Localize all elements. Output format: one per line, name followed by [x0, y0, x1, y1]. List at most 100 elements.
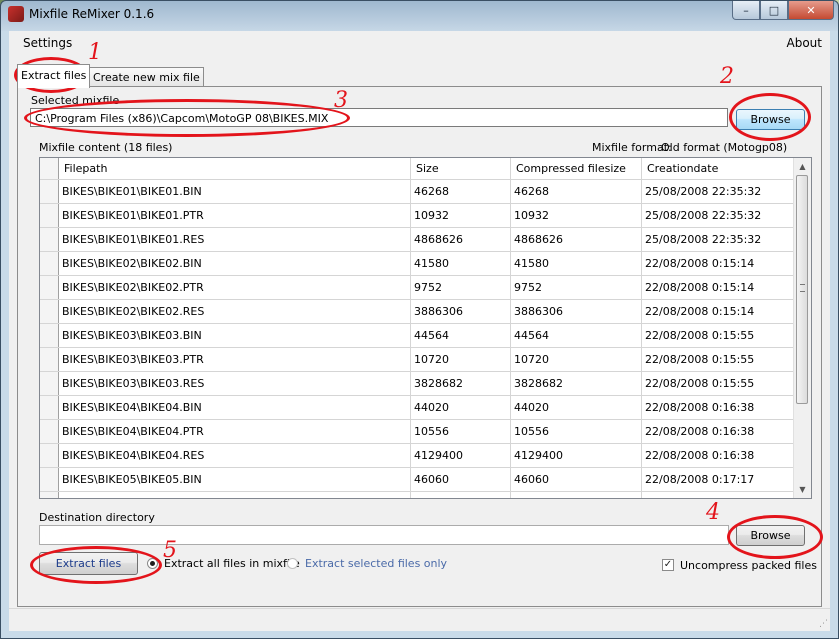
browse-mixfile-button[interactable]: Browse — [736, 109, 805, 130]
extract-selected-label[interactable]: Extract selected files only — [305, 557, 447, 570]
extract-selected-radio[interactable] — [287, 558, 298, 569]
extract-all-radio[interactable] — [147, 558, 158, 569]
cell-compressed[interactable]: 46060 — [510, 467, 642, 492]
tab-create-new-mix-file[interactable]: Create new mix file — [89, 67, 204, 87]
cell-compressed[interactable]: 44564 — [510, 323, 642, 348]
table-row[interactable]: BIKES\BIKE02\BIKE02.RES 3886306 3886306 22/… — [40, 299, 804, 324]
cell-filepath[interactable]: BIKES\BIKE04\BIKE04.PTR — [58, 419, 411, 444]
cell-compressed[interactable]: 10912 — [510, 491, 642, 498]
row-header[interactable] — [40, 491, 59, 498]
cell-size[interactable]: 3828682 — [410, 371, 511, 396]
scroll-down-arrow-icon[interactable]: ▼ — [794, 481, 811, 498]
row-header[interactable] — [40, 299, 59, 324]
cell-compressed[interactable]: 4129400 — [510, 443, 642, 468]
cell-size[interactable]: 4868626 — [410, 227, 511, 252]
cell-filepath[interactable]: BIKES\BIKE01\BIKE01.PTR — [58, 203, 411, 228]
table-row[interactable]: BIKES\BIKE04\BIKE04.BIN 44020 44020 22/08/2… — [40, 395, 804, 420]
extract-all-label[interactable]: Extract all files in mixfile — [164, 557, 300, 570]
cell-size[interactable]: 10932 — [410, 203, 511, 228]
cell-creationdate[interactable]: 22/08/2008 0:16:38 — [641, 443, 804, 468]
cell-filepath[interactable]: BIKES\BIKE04\BIKE04.BIN — [58, 395, 411, 420]
row-header[interactable] — [40, 419, 59, 444]
table-row[interactable]: BIKES\BIKE04\BIKE04.RES 4129400 4129400 22/… — [40, 443, 804, 468]
menu-about[interactable]: About — [787, 36, 822, 50]
cell-size[interactable]: 9752 — [410, 275, 511, 300]
row-header[interactable] — [40, 203, 59, 228]
cell-size[interactable]: 4129400 — [410, 443, 511, 468]
uncompress-checkbox[interactable]: ✓ — [662, 559, 674, 571]
cell-filepath[interactable]: BIKES\BIKE05\BIKE05.BIN — [58, 467, 411, 492]
resize-grip-icon[interactable]: ⋰ — [819, 619, 828, 629]
close-button[interactable]: ✕ — [788, 1, 834, 20]
row-header[interactable] — [40, 347, 59, 372]
table-row[interactable]: BIKES\BIKE05\BIKE05.BIN 46060 46060 22/08/2… — [40, 467, 804, 492]
cell-size[interactable]: 41580 — [410, 251, 511, 276]
mixfile-path-input[interactable]: C:\Program Files (x86)\Capcom\MotoGP 08\… — [30, 108, 728, 127]
cell-filepath[interactable]: BIKES\BIKE02\BIKE02.PTR — [58, 275, 411, 300]
row-header[interactable] — [40, 443, 59, 468]
column-header-creationdate[interactable]: Creationdate — [641, 158, 804, 180]
title-bar[interactable]: Mixfile ReMixer 0.1.6 – □ ✕ — [1, 1, 838, 29]
uncompress-label[interactable]: Uncompress packed files — [680, 559, 817, 572]
cell-filepath[interactable]: BIKES\BIKE01\BIKE01.BIN — [58, 179, 411, 204]
row-header[interactable] — [40, 275, 59, 300]
cell-creationdate[interactable]: 22/08/2008 0:15:55 — [641, 347, 804, 372]
cell-filepath[interactable]: BIKES\BIKE03\BIKE03.PTR — [58, 347, 411, 372]
scroll-up-arrow-icon[interactable]: ▲ — [794, 158, 811, 175]
table-row[interactable]: BIKES\BIKE01\BIKE01.BIN 46268 46268 25/08/2… — [40, 179, 804, 204]
column-header-filepath[interactable]: Filepath — [58, 158, 411, 180]
cell-filepath[interactable]: BIKES\BIKE02\BIKE02.BIN — [58, 251, 411, 276]
cell-creationdate[interactable]: 25/08/2008 22:35:32 — [641, 227, 804, 252]
cell-creationdate[interactable]: 22/08/2008 0:17:17 — [641, 491, 804, 498]
cell-compressed[interactable]: 10932 — [510, 203, 642, 228]
table-row[interactable]: BIKES\BIKE03\BIKE03.RES 3828682 3828682 22/… — [40, 371, 804, 396]
row-header[interactable] — [40, 227, 59, 252]
cell-creationdate[interactable]: 22/08/2008 0:16:38 — [641, 395, 804, 420]
cell-compressed[interactable]: 10556 — [510, 419, 642, 444]
row-header[interactable] — [40, 323, 59, 348]
cell-creationdate[interactable]: 22/08/2008 0:17:17 — [641, 467, 804, 492]
cell-creationdate[interactable]: 25/08/2008 22:35:32 — [641, 179, 804, 204]
cell-size[interactable]: 46268 — [410, 179, 511, 204]
cell-compressed[interactable]: 4868626 — [510, 227, 642, 252]
table-row[interactable]: BIKES\BIKE01\BIKE01.PTR 10932 10932 25/08/2… — [40, 203, 804, 228]
column-header-compressed[interactable]: Compressed filesize — [510, 158, 642, 180]
cell-creationdate[interactable]: 22/08/2008 0:15:55 — [641, 371, 804, 396]
cell-creationdate[interactable]: 22/08/2008 0:15:14 — [641, 251, 804, 276]
table-row[interactable]: BIKES\BIKE04\BIKE04.PTR 10556 10556 22/08/2… — [40, 419, 804, 444]
cell-size[interactable]: 10720 — [410, 347, 511, 372]
destination-path-input[interactable] — [39, 525, 729, 545]
row-header[interactable] — [40, 467, 59, 492]
extract-files-button[interactable]: Extract files — [39, 552, 138, 575]
menu-settings[interactable]: Settings — [23, 36, 72, 50]
file-grid[interactable]: Filepath Size Compressed filesize Creati… — [39, 157, 812, 499]
cell-compressed[interactable]: 3886306 — [510, 299, 642, 324]
row-header[interactable] — [40, 179, 59, 204]
cell-compressed[interactable]: 46268 — [510, 179, 642, 204]
cell-filepath[interactable]: BIKES\BIKE02\BIKE02.RES — [58, 299, 411, 324]
table-row[interactable]: BIKES\BIKE02\BIKE02.PTR 9752 9752 22/08/200… — [40, 275, 804, 300]
minimize-button[interactable]: – — [732, 1, 760, 20]
cell-size[interactable]: 46060 — [410, 467, 511, 492]
cell-creationdate[interactable]: 25/08/2008 22:35:32 — [641, 203, 804, 228]
cell-size[interactable]: 10912 — [410, 491, 511, 498]
cell-filepath[interactable]: BIKES\BIKE05\BIKE05.PTR — [58, 491, 411, 498]
cell-filepath[interactable]: BIKES\BIKE03\BIKE03.RES — [58, 371, 411, 396]
cell-filepath[interactable]: BIKES\BIKE03\BIKE03.BIN — [58, 323, 411, 348]
row-header[interactable] — [40, 251, 59, 276]
cell-compressed[interactable]: 9752 — [510, 275, 642, 300]
table-row[interactable]: BIKES\BIKE02\BIKE02.BIN 41580 41580 22/08/2… — [40, 251, 804, 276]
maximize-button[interactable]: □ — [760, 1, 788, 20]
cell-creationdate[interactable]: 22/08/2008 0:15:14 — [641, 275, 804, 300]
cell-creationdate[interactable]: 22/08/2008 0:15:14 — [641, 299, 804, 324]
tab-extract-files[interactable]: Extract files — [17, 64, 91, 88]
cell-compressed[interactable]: 10720 — [510, 347, 642, 372]
cell-compressed[interactable]: 41580 — [510, 251, 642, 276]
cell-size[interactable]: 44564 — [410, 323, 511, 348]
cell-filepath[interactable]: BIKES\BIKE04\BIKE04.RES — [58, 443, 411, 468]
table-row[interactable]: BIKES\BIKE03\BIKE03.BIN 44564 44564 22/08/2… — [40, 323, 804, 348]
column-header-size[interactable]: Size — [410, 158, 511, 180]
cell-size[interactable]: 10556 — [410, 419, 511, 444]
cell-size[interactable]: 44020 — [410, 395, 511, 420]
row-header[interactable] — [40, 371, 59, 396]
